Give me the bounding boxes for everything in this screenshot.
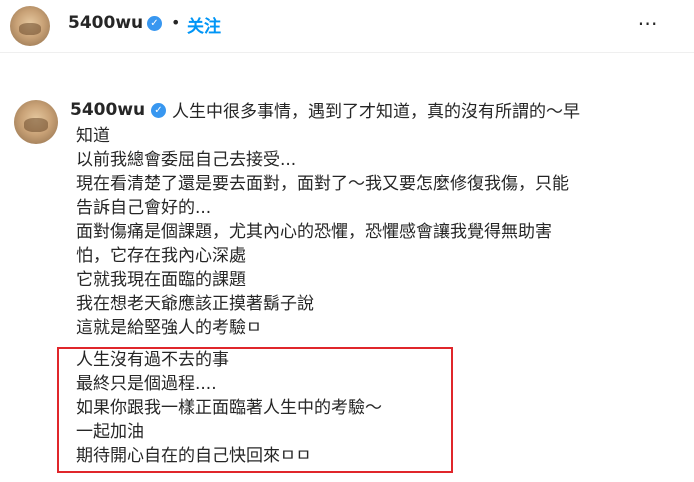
caption-line: 告訴自己會好的... xyxy=(76,198,212,218)
header-username[interactable]: 5400wu xyxy=(68,13,143,33)
comment-username[interactable]: 5400wu xyxy=(70,100,145,120)
follow-button[interactable]: 关注 xyxy=(187,12,221,37)
header-avatar[interactable] xyxy=(10,6,50,46)
caption-line: 知道 xyxy=(76,126,110,146)
caption-line: 怕，它存在我內心深處 xyxy=(76,246,246,266)
verified-badge-icon: ✓ xyxy=(147,16,162,31)
verified-badge-icon: ✓ xyxy=(151,103,166,118)
caption-line: 面對傷痛是個課題，尤其內心的恐懼，恐懼感會讓我覺得無助害 xyxy=(76,222,552,242)
more-options-icon[interactable]: ⋯ xyxy=(633,8,663,38)
post-header: 5400wu ✓ • 关注 ⋯ xyxy=(0,0,694,53)
separator-dot: • xyxy=(171,13,181,32)
caption-line: 現在看清楚了還是要去面對，面對了～我又要怎麼修復我傷，只能 xyxy=(76,174,569,194)
caption-line: 我在想老天爺應該正摸著鬍子說 xyxy=(76,294,314,314)
caption-line: 以前我總會委屈自己去接受... xyxy=(76,150,297,170)
caption-line: 這就是給堅強人的考驗ㅁ xyxy=(76,318,262,338)
caption-text-first-line: 人生中很多事情，遇到了才知道，真的沒有所謂的～早 xyxy=(172,102,580,122)
comment-avatar[interactable] xyxy=(14,100,58,144)
highlight-box xyxy=(57,347,453,473)
caption-line: 它就我現在面臨的課題 xyxy=(76,270,246,290)
